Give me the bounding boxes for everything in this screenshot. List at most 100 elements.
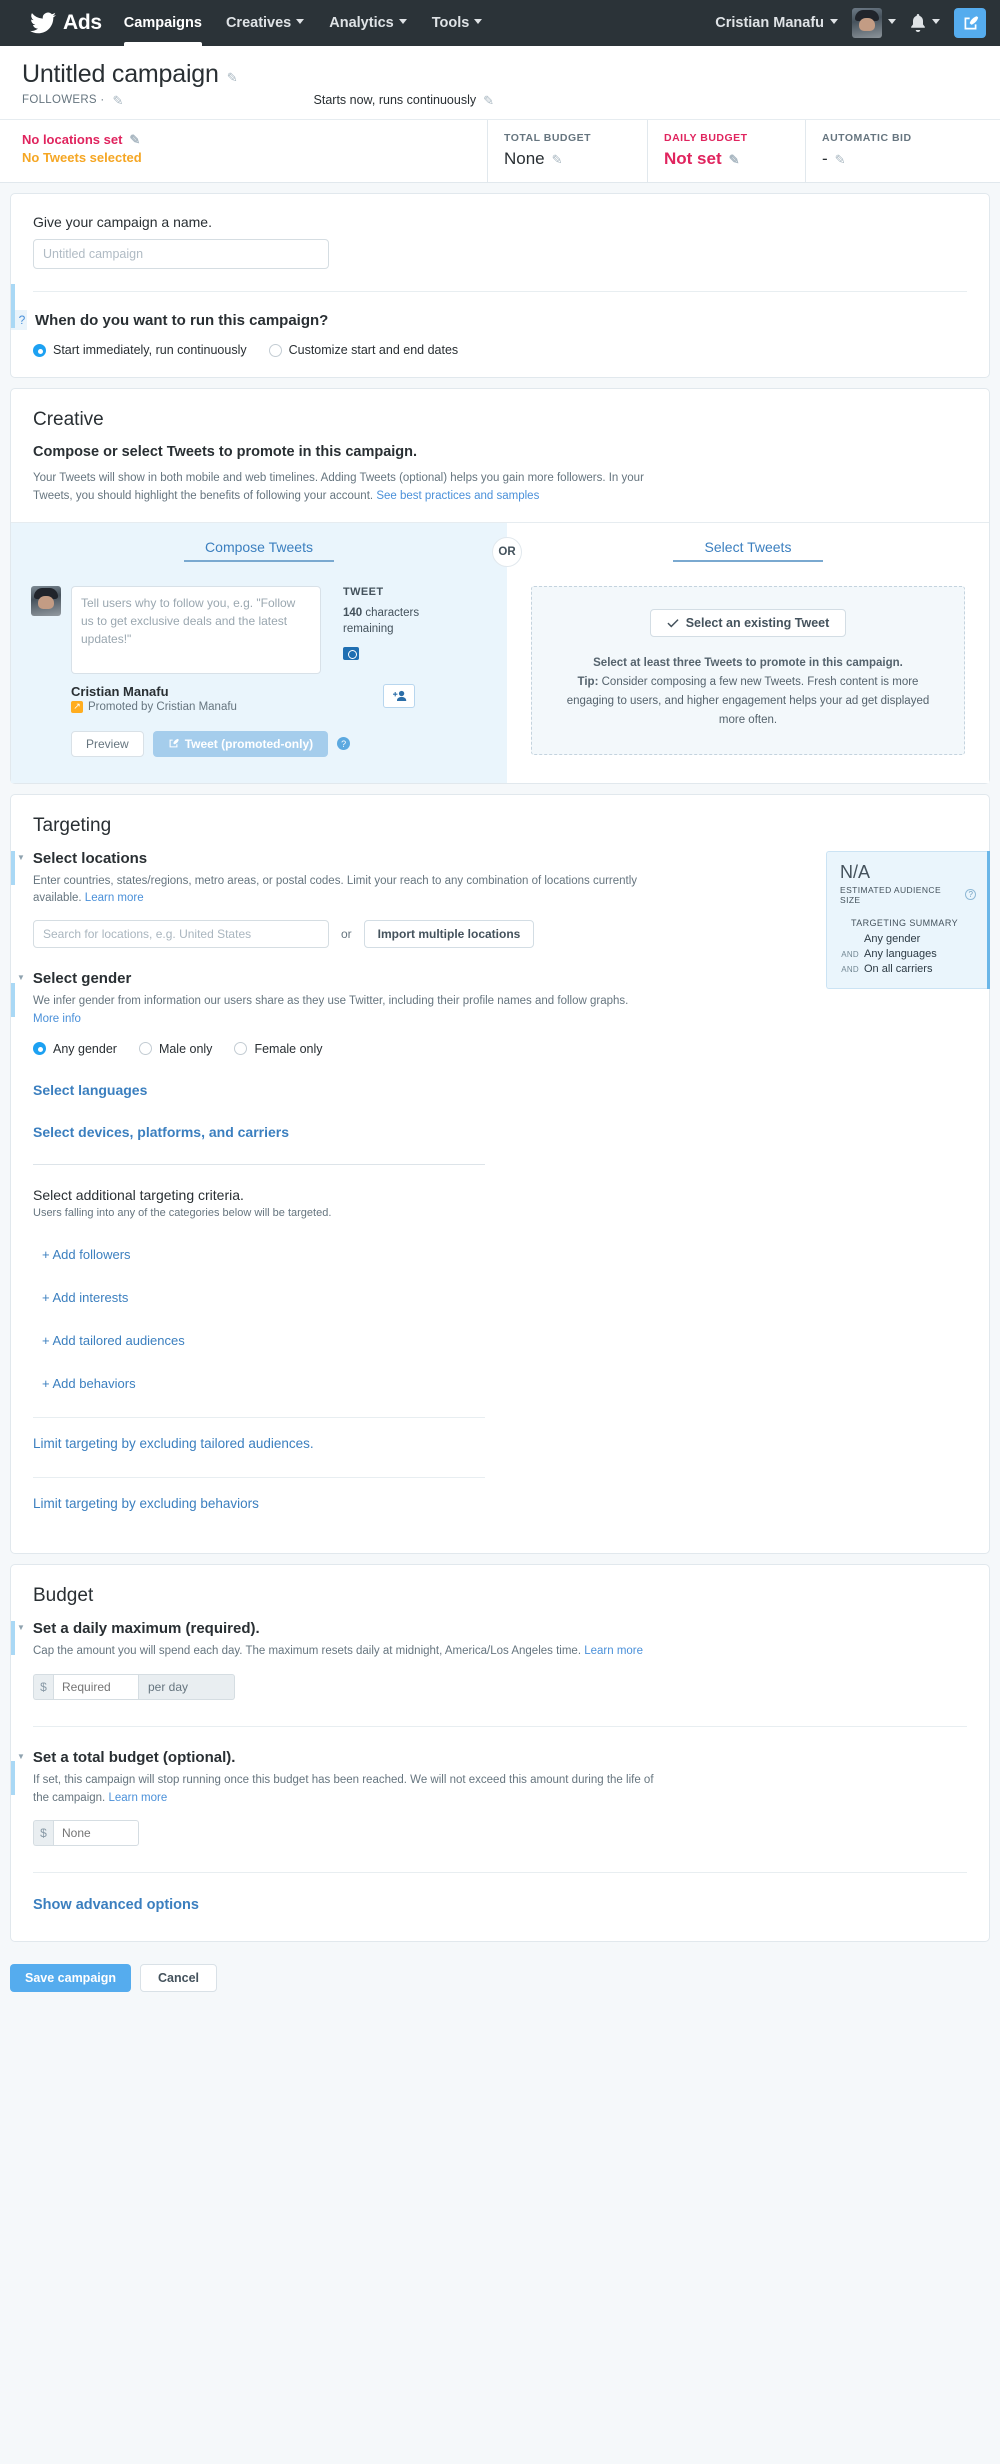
select-gender-description: We infer gender from information our use… bbox=[33, 993, 649, 1029]
edit-objective-pencil-icon[interactable]: ✎ bbox=[113, 94, 124, 107]
daily-budget-input[interactable] bbox=[53, 1673, 139, 1700]
triangle-down-icon[interactable]: ▼ bbox=[17, 853, 25, 862]
total-budget-input[interactable] bbox=[53, 1820, 139, 1847]
import-locations-button[interactable]: Import multiple locations bbox=[363, 920, 535, 949]
show-advanced-options-link[interactable]: Show advanced options bbox=[33, 1897, 967, 1913]
select-devices-link[interactable]: Select devices, platforms, and carriers bbox=[33, 1124, 967, 1140]
gender-more-info-link[interactable]: More info bbox=[33, 1013, 81, 1025]
select-tweets-tip-text: Consider composing a few new Tweets. Fre… bbox=[566, 675, 930, 726]
targeting-title: Targeting bbox=[33, 814, 112, 836]
nav-item-creatives[interactable]: Creatives bbox=[226, 0, 305, 46]
locations-learn-more-link[interactable]: Learn more bbox=[85, 892, 144, 904]
quill-icon bbox=[964, 15, 978, 29]
tab-select-tweets[interactable]: Select Tweets bbox=[673, 539, 823, 562]
edit-total-budget-pencil-icon[interactable]: ✎ bbox=[552, 153, 563, 166]
help-icon[interactable]: ? bbox=[965, 889, 976, 901]
save-campaign-button[interactable]: Save campaign bbox=[10, 1964, 132, 1993]
radio-female-only-label: Female only bbox=[254, 1041, 323, 1056]
bell-icon bbox=[911, 14, 925, 32]
preview-button[interactable]: Preview bbox=[71, 730, 144, 757]
compose-tweet-button[interactable] bbox=[954, 8, 986, 38]
tab-compose-tweets[interactable]: Compose Tweets bbox=[184, 539, 334, 562]
divider bbox=[33, 1163, 485, 1165]
creative-card-header: Creative Compose or select Tweets to pro… bbox=[11, 389, 989, 522]
edit-daily-budget-pencil-icon[interactable]: ✎ bbox=[729, 153, 740, 166]
tweet-promoted-only-button[interactable]: Tweet (promoted-only) bbox=[152, 730, 329, 757]
character-counter: 140 characters remaining bbox=[343, 605, 431, 637]
nav-item-tools[interactable]: Tools bbox=[432, 0, 484, 46]
daily-maximum-header[interactable]: ▼ Set a daily maximum (required). bbox=[17, 1620, 967, 1637]
campaign-schedule-label: Starts now, runs continuously bbox=[313, 93, 477, 107]
daily-budget-label: DAILY BUDGET bbox=[664, 132, 748, 144]
targeting-card: N/A ESTIMATED AUDIENCE SIZE ? TARGETING … bbox=[10, 793, 990, 1554]
brand-logo[interactable]: Ads bbox=[30, 11, 102, 35]
edit-schedule-pencil-icon[interactable]: ✎ bbox=[483, 94, 494, 107]
promoted-arrow-icon: ↗ bbox=[71, 700, 83, 713]
add-interests-link[interactable]: + Add interests bbox=[42, 1290, 967, 1305]
select-gender-label: Select gender bbox=[32, 970, 132, 988]
locations-search-input[interactable] bbox=[33, 920, 329, 949]
select-languages-link[interactable]: Select languages bbox=[33, 1082, 967, 1098]
daily-maximum-description: Cap the amount you will spend each day. … bbox=[33, 1643, 669, 1661]
daily-maximum-label: Set a daily maximum (required). bbox=[32, 1619, 260, 1637]
radio-male-only-label: Male only bbox=[158, 1041, 213, 1056]
total-learn-more-link[interactable]: Learn more bbox=[108, 1792, 167, 1804]
nav-item-analytics[interactable]: Analytics bbox=[329, 0, 407, 46]
creative-description: Your Tweets will show in both mobile and… bbox=[33, 470, 673, 506]
cancel-button[interactable]: Cancel bbox=[140, 1964, 218, 1993]
nav-item-campaigns[interactable]: Campaigns bbox=[123, 0, 203, 46]
edit-bid-pencil-icon[interactable]: ✎ bbox=[835, 153, 846, 166]
radio-female-only[interactable]: Female only bbox=[234, 1041, 323, 1056]
help-icon[interactable]: ? bbox=[337, 737, 351, 751]
add-behaviors-link[interactable]: + Add behaviors bbox=[42, 1376, 967, 1391]
campaign-name-input[interactable] bbox=[33, 239, 329, 269]
triangle-down-icon[interactable]: ▼ bbox=[17, 1752, 25, 1761]
add-tailored-audiences-link[interactable]: + Add tailored audiences bbox=[42, 1333, 967, 1348]
total-budget-label: Set a total budget (optional). bbox=[32, 1748, 236, 1766]
campaign-name-card: Give your campaign a name. ? When do you… bbox=[10, 193, 990, 378]
triangle-down-icon[interactable]: ▼ bbox=[17, 1623, 25, 1632]
radio-start-immediately[interactable]: Start immediately, run continuously bbox=[33, 343, 247, 357]
radio-indicator bbox=[33, 343, 46, 357]
triangle-down-icon[interactable]: ▼ bbox=[17, 974, 25, 982]
add-person-icon bbox=[392, 690, 406, 701]
select-locations-label: Select locations bbox=[32, 849, 148, 867]
radio-start-immediately-label: Start immediately, run continuously bbox=[53, 343, 247, 357]
select-gender-description-text: We infer gender from information our use… bbox=[33, 995, 629, 1008]
camera-icon[interactable] bbox=[343, 646, 359, 660]
total-budget-header[interactable]: ▼ Set a total budget (optional). bbox=[17, 1749, 967, 1766]
select-locations-header[interactable]: ▼ Select locations bbox=[17, 850, 967, 867]
targeting-summary-row: AND On all carriers bbox=[840, 963, 976, 975]
notifications-menu[interactable] bbox=[910, 14, 941, 32]
chevron-down-icon bbox=[474, 18, 483, 27]
daily-learn-more-link[interactable]: Learn more bbox=[584, 1645, 643, 1657]
brand-label: Ads bbox=[63, 11, 102, 34]
edit-pencil-icon[interactable]: ✎ bbox=[227, 71, 238, 84]
targeting-summary-text: On all carriers bbox=[864, 962, 933, 975]
gender-radio-group: Any gender Male only Female only bbox=[33, 1042, 967, 1056]
schedule-question-label: When do you want to run this campaign? bbox=[35, 311, 329, 329]
creative-split: OR Compose Tweets TWEET 140 characters r… bbox=[11, 521, 989, 783]
no-locations-label: No locations set bbox=[22, 132, 123, 147]
account-menu[interactable]: Cristian Manafu bbox=[715, 15, 839, 31]
divider bbox=[33, 1476, 485, 1478]
radio-male-only[interactable]: Male only bbox=[138, 1041, 213, 1056]
automatic-bid-value-row: - ✎ bbox=[822, 149, 984, 169]
radio-any-gender[interactable]: Any gender bbox=[33, 1042, 117, 1056]
radio-customize-dates[interactable]: Customize start and end dates bbox=[268, 343, 458, 357]
targeting-summary-text: Any languages bbox=[864, 947, 937, 960]
edit-locations-pencil-icon[interactable]: ✎ bbox=[129, 133, 140, 146]
status-badge-no-tweets: No Tweets selected bbox=[22, 150, 142, 165]
summary-total-budget: TOTAL BUDGET None ✎ bbox=[487, 120, 647, 182]
best-practices-link[interactable]: See best practices and samples bbox=[376, 490, 539, 502]
select-gender-header[interactable]: ▼ Select gender bbox=[17, 970, 967, 987]
limit-tailored-audiences-link[interactable]: Limit targeting by excluding tailored au… bbox=[33, 1436, 967, 1451]
section-marker-daily bbox=[11, 1620, 15, 1655]
tweet-text-input[interactable] bbox=[71, 585, 321, 674]
limit-behaviors-link[interactable]: Limit targeting by excluding behaviors bbox=[33, 1496, 967, 1511]
add-follow-button[interactable] bbox=[383, 683, 415, 708]
select-existing-tweet-button[interactable]: Select an existing Tweet bbox=[649, 608, 847, 637]
targeting-summary-and: AND bbox=[841, 964, 859, 974]
add-followers-link[interactable]: + Add followers bbox=[42, 1247, 967, 1262]
avatar-menu[interactable] bbox=[852, 8, 897, 38]
